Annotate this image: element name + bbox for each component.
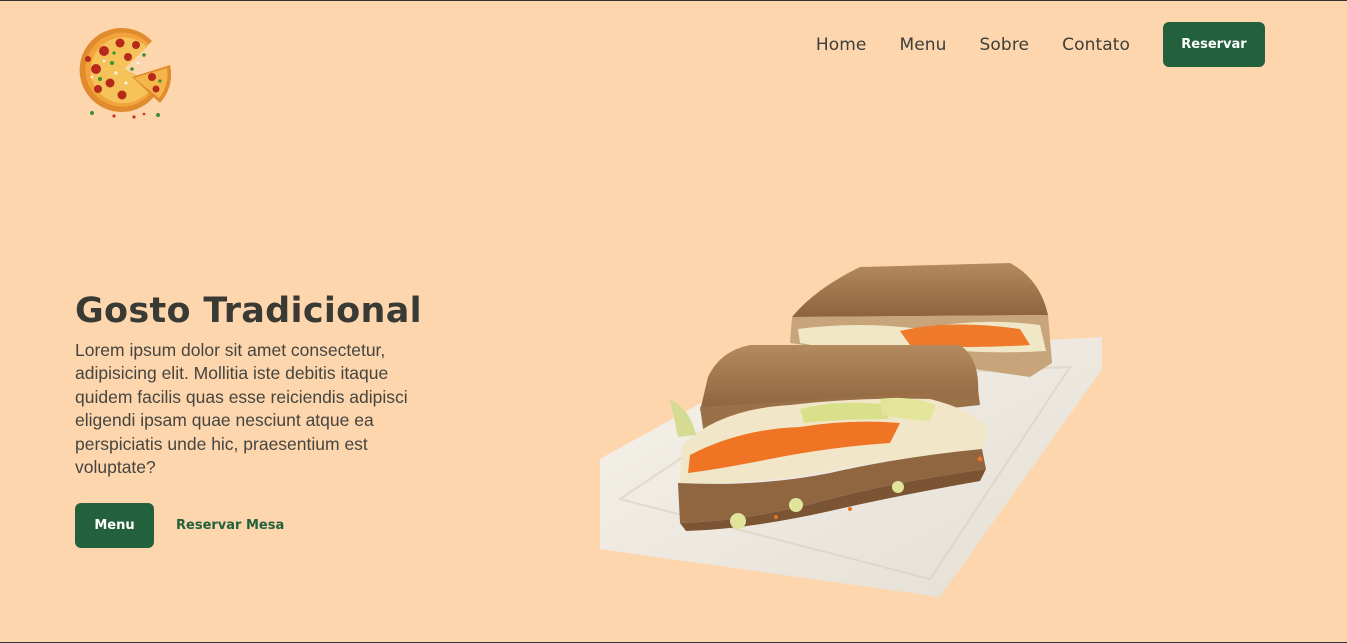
pizza-logo-icon[interactable]: [74, 25, 174, 121]
hero-section: Gosto Tradicional Lorem ipsum dolor sit …: [75, 291, 435, 479]
menu-button[interactable]: Menu: [75, 503, 154, 548]
main-nav: Home Menu Sobre Contato Reservar: [816, 22, 1265, 67]
nav-link-menu[interactable]: Menu: [899, 35, 946, 55]
hero-description: Lorem ipsum dolor sit amet consectetur, …: [75, 340, 408, 478]
reservar-mesa-link[interactable]: Reservar Mesa: [176, 518, 284, 533]
hero-title: Gosto Tradicional: [75, 291, 422, 331]
nav-link-sobre[interactable]: Sobre: [980, 35, 1030, 55]
hero-actions: Menu Reservar Mesa: [75, 503, 284, 548]
reservar-button[interactable]: Reservar: [1163, 22, 1265, 67]
nav-link-home[interactable]: Home: [816, 35, 867, 55]
nav-link-contato[interactable]: Contato: [1062, 35, 1130, 55]
sandwich-plate-image: [600, 259, 1102, 597]
